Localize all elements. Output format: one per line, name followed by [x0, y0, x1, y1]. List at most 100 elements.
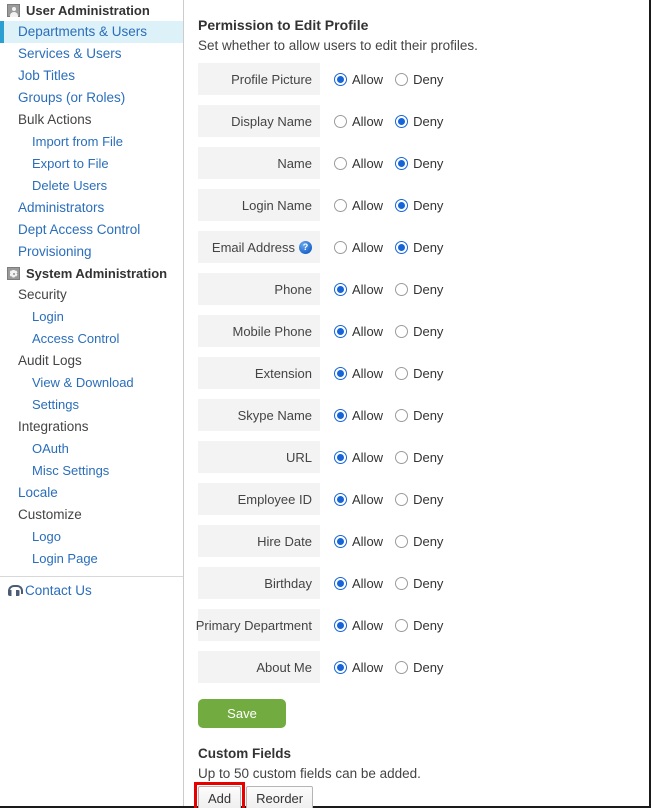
radio-option-deny[interactable]: Deny — [395, 408, 443, 423]
radio-option-allow[interactable]: Allow — [334, 492, 383, 507]
radio-allow[interactable] — [334, 408, 347, 422]
sidebar-item-delete-users[interactable]: Delete Users — [0, 175, 183, 197]
permission-row: Phone Allow Deny — [198, 273, 649, 305]
radio-deny[interactable] — [395, 114, 409, 128]
radio-option-allow[interactable]: Allow — [334, 450, 383, 465]
sidebar-item-view-download[interactable]: View & Download — [0, 372, 183, 394]
radio-deny[interactable] — [395, 492, 409, 506]
sidebar-item-dept-access-control[interactable]: Dept Access Control — [0, 219, 183, 241]
radio-allow[interactable] — [334, 450, 347, 464]
radio-deny[interactable] — [395, 408, 409, 422]
radio-option-allow[interactable]: Allow — [334, 198, 383, 213]
radio-option-allow[interactable]: Allow — [334, 240, 383, 255]
radio-allow[interactable] — [334, 534, 347, 548]
radio-allow[interactable] — [334, 324, 347, 338]
radio-label-allow: Allow — [352, 491, 384, 507]
sidebar-item-administrators[interactable]: Administrators — [0, 197, 183, 219]
sidebar-item-export-to-file[interactable]: Export to File — [0, 153, 183, 175]
radio-deny[interactable] — [395, 198, 409, 212]
radio-allow[interactable] — [334, 240, 347, 254]
radio-option-deny[interactable]: Deny — [395, 72, 443, 87]
radio-option-allow[interactable]: Allow — [334, 156, 383, 171]
radio-option-allow[interactable]: Allow — [334, 618, 383, 633]
sidebar-item-groups-or-roles[interactable]: Groups (or Roles) — [0, 87, 183, 109]
permission-label-cell: URL — [198, 441, 320, 473]
radio-option-deny[interactable]: Deny — [395, 282, 443, 297]
radio-deny[interactable] — [395, 660, 409, 674]
radio-deny[interactable] — [395, 534, 409, 548]
custom-fields-subtitle: Up to 50 custom fields can be added. — [198, 766, 421, 781]
sidebar-item-job-titles[interactable]: Job Titles — [0, 65, 183, 87]
sidebar-item-access-control[interactable]: Access Control — [0, 328, 183, 350]
radio-allow[interactable] — [334, 576, 347, 590]
radio-deny[interactable] — [395, 450, 409, 464]
permission-row: Birthday Allow Deny — [198, 567, 649, 599]
radio-option-allow[interactable]: Allow — [334, 282, 383, 297]
add-button[interactable]: Add — [198, 786, 242, 808]
radio-allow[interactable] — [334, 198, 347, 212]
radio-allow[interactable] — [334, 492, 347, 506]
sidebar-item-oauth[interactable]: OAuth — [0, 438, 183, 460]
radio-allow[interactable] — [334, 618, 347, 632]
radio-option-deny[interactable]: Deny — [395, 366, 443, 381]
permission-label-cell: Profile Picture — [198, 63, 320, 95]
help-icon[interactable]: ? — [299, 240, 312, 254]
contact-us-label: Contact Us — [25, 583, 92, 598]
radio-option-allow[interactable]: Allow — [334, 576, 383, 591]
permission-label: Skype Name — [237, 407, 312, 423]
sidebar-item-login[interactable]: Login — [0, 306, 183, 328]
save-button[interactable]: Save — [198, 699, 286, 728]
radio-allow[interactable] — [334, 366, 347, 380]
sidebar-item-misc-settings[interactable]: Misc Settings — [0, 460, 183, 482]
radio-option-deny[interactable]: Deny — [395, 492, 443, 507]
radio-option-allow[interactable]: Allow — [334, 72, 383, 87]
radio-deny[interactable] — [395, 366, 409, 380]
sidebar-item-services-users[interactable]: Services & Users — [0, 43, 183, 65]
radio-allow[interactable] — [334, 660, 347, 674]
sidebar-item-departments-users[interactable]: Departments & Users — [0, 21, 183, 43]
radio-label-deny: Deny — [413, 491, 444, 507]
radio-option-allow[interactable]: Allow — [334, 534, 383, 549]
radio-option-deny[interactable]: Deny — [395, 240, 443, 255]
radio-deny[interactable] — [395, 618, 409, 632]
radio-option-allow[interactable]: Allow — [334, 114, 383, 129]
radio-option-deny[interactable]: Deny — [395, 156, 443, 171]
radio-deny[interactable] — [395, 72, 409, 86]
sidebar-item-provisioning[interactable]: Provisioning — [0, 241, 183, 263]
radio-option-allow[interactable]: Allow — [334, 660, 383, 675]
radio-option-deny[interactable]: Deny — [395, 534, 443, 549]
radio-option-deny[interactable]: Deny — [395, 576, 443, 591]
radio-option-allow[interactable]: Allow — [334, 324, 383, 339]
radio-option-deny[interactable]: Deny — [395, 450, 443, 465]
radio-option-deny[interactable]: Deny — [395, 198, 443, 213]
radio-label-allow: Allow — [352, 323, 384, 339]
radio-deny[interactable] — [395, 576, 409, 590]
custom-fields-button-row: Add Reorder — [198, 786, 649, 808]
permission-label: Hire Date — [257, 533, 312, 549]
radio-option-deny[interactable]: Deny — [395, 324, 443, 339]
permission-label: URL — [285, 449, 312, 465]
radio-option-deny[interactable]: Deny — [395, 114, 443, 129]
radio-allow[interactable] — [334, 156, 347, 170]
permission-row: Mobile Phone Allow Deny — [198, 315, 649, 347]
radio-label-deny: Deny — [413, 281, 444, 297]
radio-deny[interactable] — [395, 156, 409, 170]
sidebar-item-import-from-file[interactable]: Import from File — [0, 131, 183, 153]
reorder-button[interactable]: Reorder — [246, 786, 314, 808]
radio-allow[interactable] — [334, 282, 347, 296]
sidebar-item-login-page[interactable]: Login Page — [0, 548, 183, 570]
radio-option-allow[interactable]: Allow — [334, 408, 383, 423]
sidebar-item-settings[interactable]: Settings — [0, 394, 183, 416]
radio-option-deny[interactable]: Deny — [395, 618, 443, 633]
permission-label: Display Name — [231, 113, 312, 129]
radio-allow[interactable] — [334, 114, 347, 128]
radio-allow[interactable] — [334, 72, 347, 86]
radio-deny[interactable] — [395, 324, 409, 338]
sidebar-item-logo[interactable]: Logo — [0, 526, 183, 548]
radio-option-allow[interactable]: Allow — [334, 366, 383, 381]
sidebar-item-contact-us[interactable]: Contact Us — [0, 577, 183, 602]
radio-deny[interactable] — [395, 282, 409, 296]
radio-deny[interactable] — [395, 240, 409, 254]
sidebar-item-locale[interactable]: Locale — [0, 482, 183, 504]
radio-option-deny[interactable]: Deny — [395, 660, 443, 675]
